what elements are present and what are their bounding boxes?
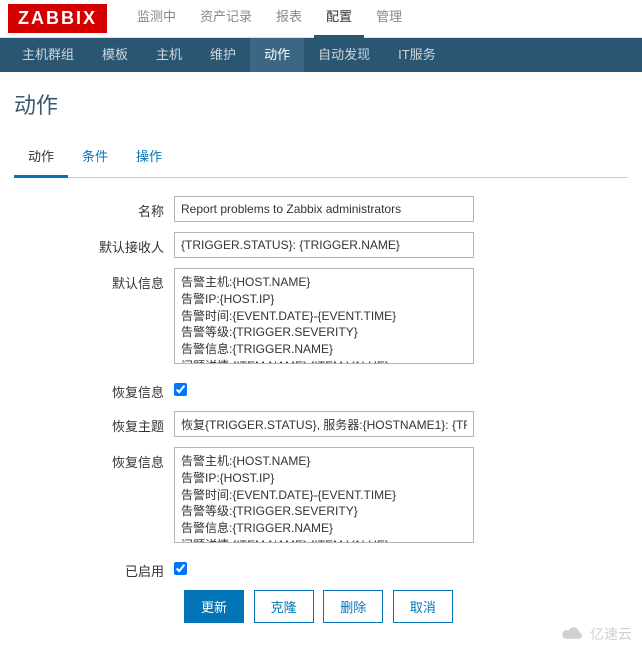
button-bar: 更新 克隆 删除 取消 [184,590,628,623]
logo: ZABBIX [8,4,107,33]
clone-button[interactable]: 克隆 [254,590,314,623]
subnav-item-2[interactable]: 主机 [142,38,196,72]
topnav-item-1[interactable]: 资产记录 [188,0,264,38]
top-bar: ZABBIX 监测中资产记录报表配置管理 [0,0,642,38]
topnav-item-0[interactable]: 监测中 [125,0,188,38]
recovery-info-label: 恢复信息 [14,377,174,401]
tab-0[interactable]: 动作 [14,138,68,178]
update-button[interactable]: 更新 [184,590,244,623]
enabled-label: 已启用 [14,556,174,580]
subnav-item-0[interactable]: 主机群组 [8,38,88,72]
name-label: 名称 [14,196,174,220]
enabled-checkbox[interactable] [174,562,187,575]
default-message-textarea[interactable]: 告警主机:{HOST.NAME} 告警IP:{HOST.IP} 告警时间:{EV… [174,268,474,364]
delete-button[interactable]: 删除 [323,590,383,623]
subnav-item-1[interactable]: 模板 [88,38,142,72]
topnav-item-3[interactable]: 配置 [314,0,364,38]
cancel-button[interactable]: 取消 [393,590,453,623]
default-recipient-label: 默认接收人 [14,232,174,256]
recovery-info-checkbox[interactable] [174,383,187,396]
action-form: 名称 默认接收人 默认信息 告警主机:{HOST.NAME} 告警IP:{HOS… [0,178,642,641]
recovery-message-label: 恢复信息 [14,447,174,471]
topnav-item-4[interactable]: 管理 [364,0,414,38]
top-nav: 监测中资产记录报表配置管理 [125,0,414,38]
default-recipient-input[interactable] [174,232,474,258]
default-message-label: 默认信息 [14,268,174,292]
subnav-item-3[interactable]: 维护 [196,38,250,72]
name-input[interactable] [174,196,474,222]
watermark: 亿速云 [558,624,632,644]
watermark-text: 亿速云 [590,624,632,644]
subnav-item-4[interactable]: 动作 [250,38,304,72]
cloud-icon [558,626,586,642]
subnav-item-6[interactable]: IT服务 [384,38,450,72]
tab-1[interactable]: 条件 [68,138,122,178]
tab-2[interactable]: 操作 [122,138,176,178]
topnav-item-2[interactable]: 报表 [264,0,314,38]
recovery-message-textarea[interactable]: 告警主机:{HOST.NAME} 告警IP:{HOST.IP} 告警时间:{EV… [174,447,474,543]
page-title: 动作 [0,72,642,138]
sub-nav: 主机群组模板主机维护动作自动发现IT服务 [0,38,642,72]
form-tabs: 动作条件操作 [14,138,628,178]
subnav-item-5[interactable]: 自动发现 [304,38,384,72]
recovery-subject-input[interactable] [174,411,474,437]
recovery-subject-label: 恢复主题 [14,411,174,435]
